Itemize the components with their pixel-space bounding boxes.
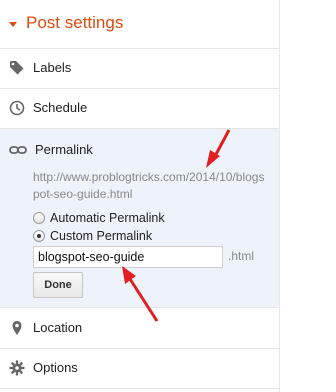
- post-settings-panel: Post settings Labels Schedule Permalink …: [0, 0, 280, 392]
- custom-permalink-label: Custom Permalink: [50, 229, 153, 243]
- done-button[interactable]: Done: [33, 272, 83, 298]
- tag-icon: [10, 61, 24, 75]
- caret-down-icon: [9, 22, 17, 27]
- post-settings-header[interactable]: Post settings: [0, 0, 279, 49]
- permalink-url: http://www.problogtricks.com/2014/10/blo…: [33, 170, 265, 201]
- location-pin-icon: [12, 321, 22, 335]
- gear-icon: [9, 360, 25, 376]
- link-icon: [9, 146, 27, 154]
- panel-title: Post settings: [26, 13, 124, 32]
- automatic-permalink-radio[interactable]: [33, 212, 45, 224]
- permalink-title: Permalink: [35, 142, 93, 157]
- permalink-extension: .html: [228, 249, 255, 263]
- clock-icon: [9, 100, 25, 116]
- sidebar-item-schedule[interactable]: Schedule: [0, 88, 279, 129]
- sidebar-item-label: Options: [33, 360, 78, 375]
- sidebar-item-labels[interactable]: Labels: [0, 48, 279, 89]
- automatic-permalink-label: Automatic Permalink: [50, 211, 165, 225]
- sidebar-item-label: Schedule: [33, 100, 88, 115]
- permalink-section: Permalink http://www.problogtricks.com/2…: [0, 129, 279, 308]
- sidebar-item-options[interactable]: Options: [0, 348, 279, 389]
- custom-permalink-input[interactable]: [33, 246, 223, 268]
- sidebar-item-label: Location: [33, 320, 83, 335]
- sidebar-item-location[interactable]: Location: [0, 308, 279, 349]
- sidebar-item-label: Labels: [33, 60, 72, 75]
- custom-permalink-radio[interactable]: [33, 230, 45, 242]
